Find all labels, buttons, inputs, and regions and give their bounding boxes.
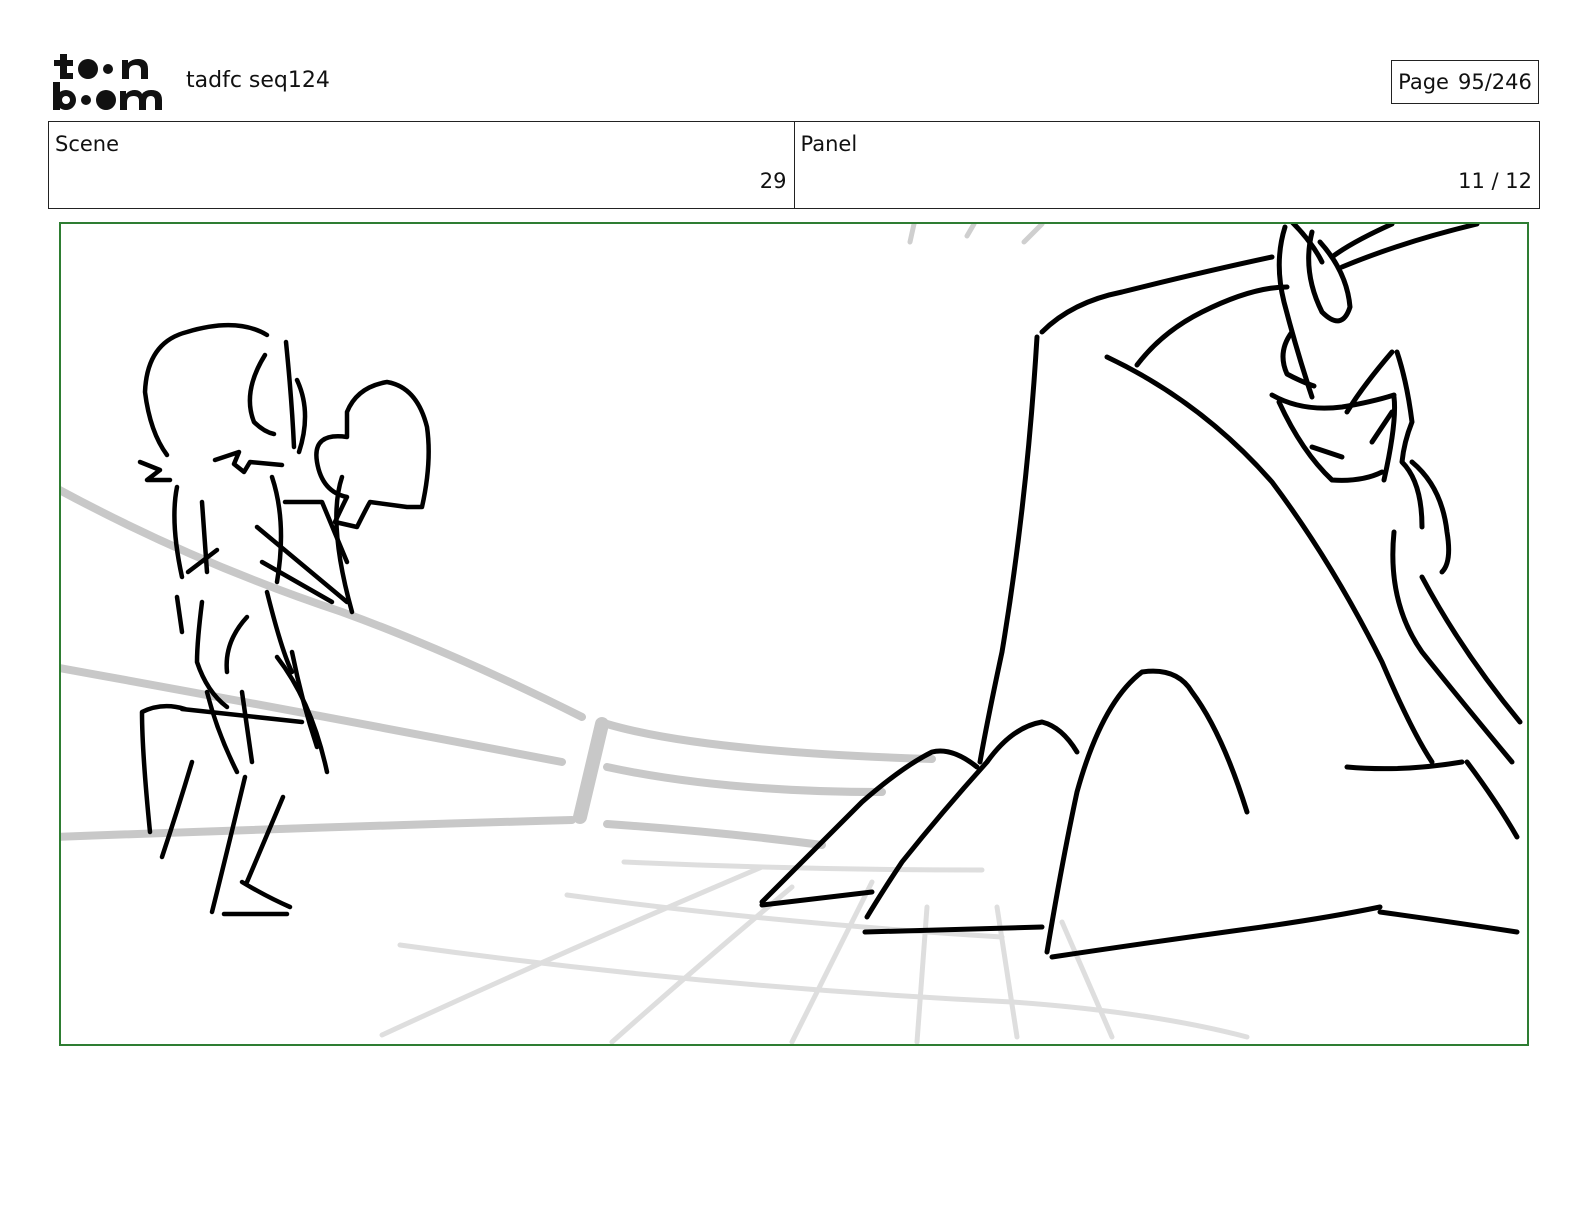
storyboard-sketch <box>61 224 1523 1044</box>
scene-label: Scene <box>55 132 120 156</box>
panel-number: 11 / 12 <box>1458 169 1532 193</box>
project-title: tadfc seq124 <box>186 68 330 93</box>
storyboard-panel-frame <box>59 222 1529 1046</box>
scene-number: 29 <box>759 169 787 193</box>
page-label: Page <box>1398 70 1449 94</box>
motion-marks <box>907 224 1045 245</box>
large-figure-sketch <box>759 224 1523 960</box>
scene-panel-info-table: Scene 29 Panel 11 / 12 <box>48 121 1540 209</box>
panel-cell: Panel 11 / 12 <box>793 122 1540 208</box>
ring-floor-grid <box>379 859 1250 1044</box>
scene-cell: Scene 29 <box>49 122 794 208</box>
ring-ropes <box>61 486 936 849</box>
toon-boom-logo <box>50 50 166 112</box>
page-indicator: Page 95/246 <box>1391 60 1539 104</box>
page-number: 95/246 <box>1457 70 1532 94</box>
panel-label: Panel <box>800 132 858 156</box>
